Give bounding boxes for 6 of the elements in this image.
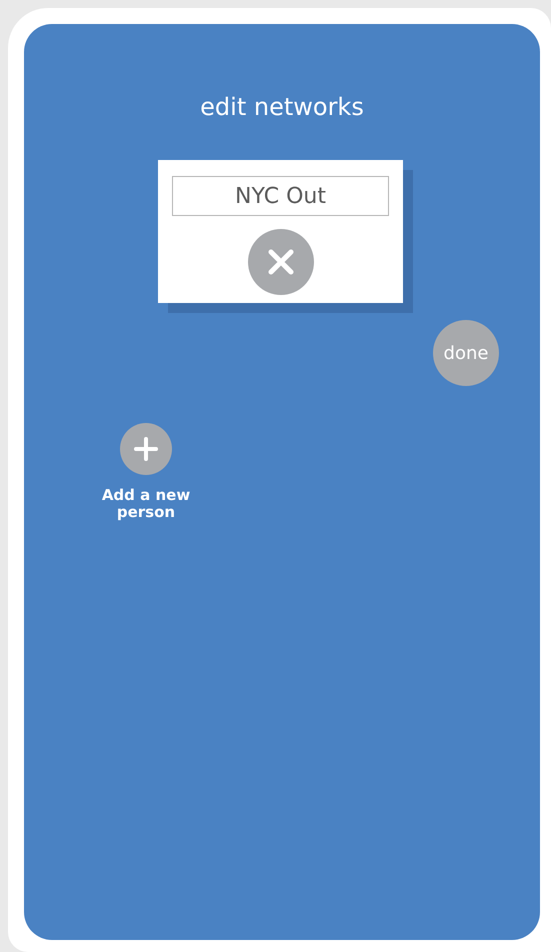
- add-person-button[interactable]: [120, 423, 172, 475]
- close-icon: [268, 249, 294, 275]
- network-name-field[interactable]: NYC Out: [172, 176, 389, 216]
- plus-icon: [134, 437, 158, 461]
- screen-title: edit networks: [200, 92, 364, 123]
- add-person-label: Add a new person: [100, 487, 192, 521]
